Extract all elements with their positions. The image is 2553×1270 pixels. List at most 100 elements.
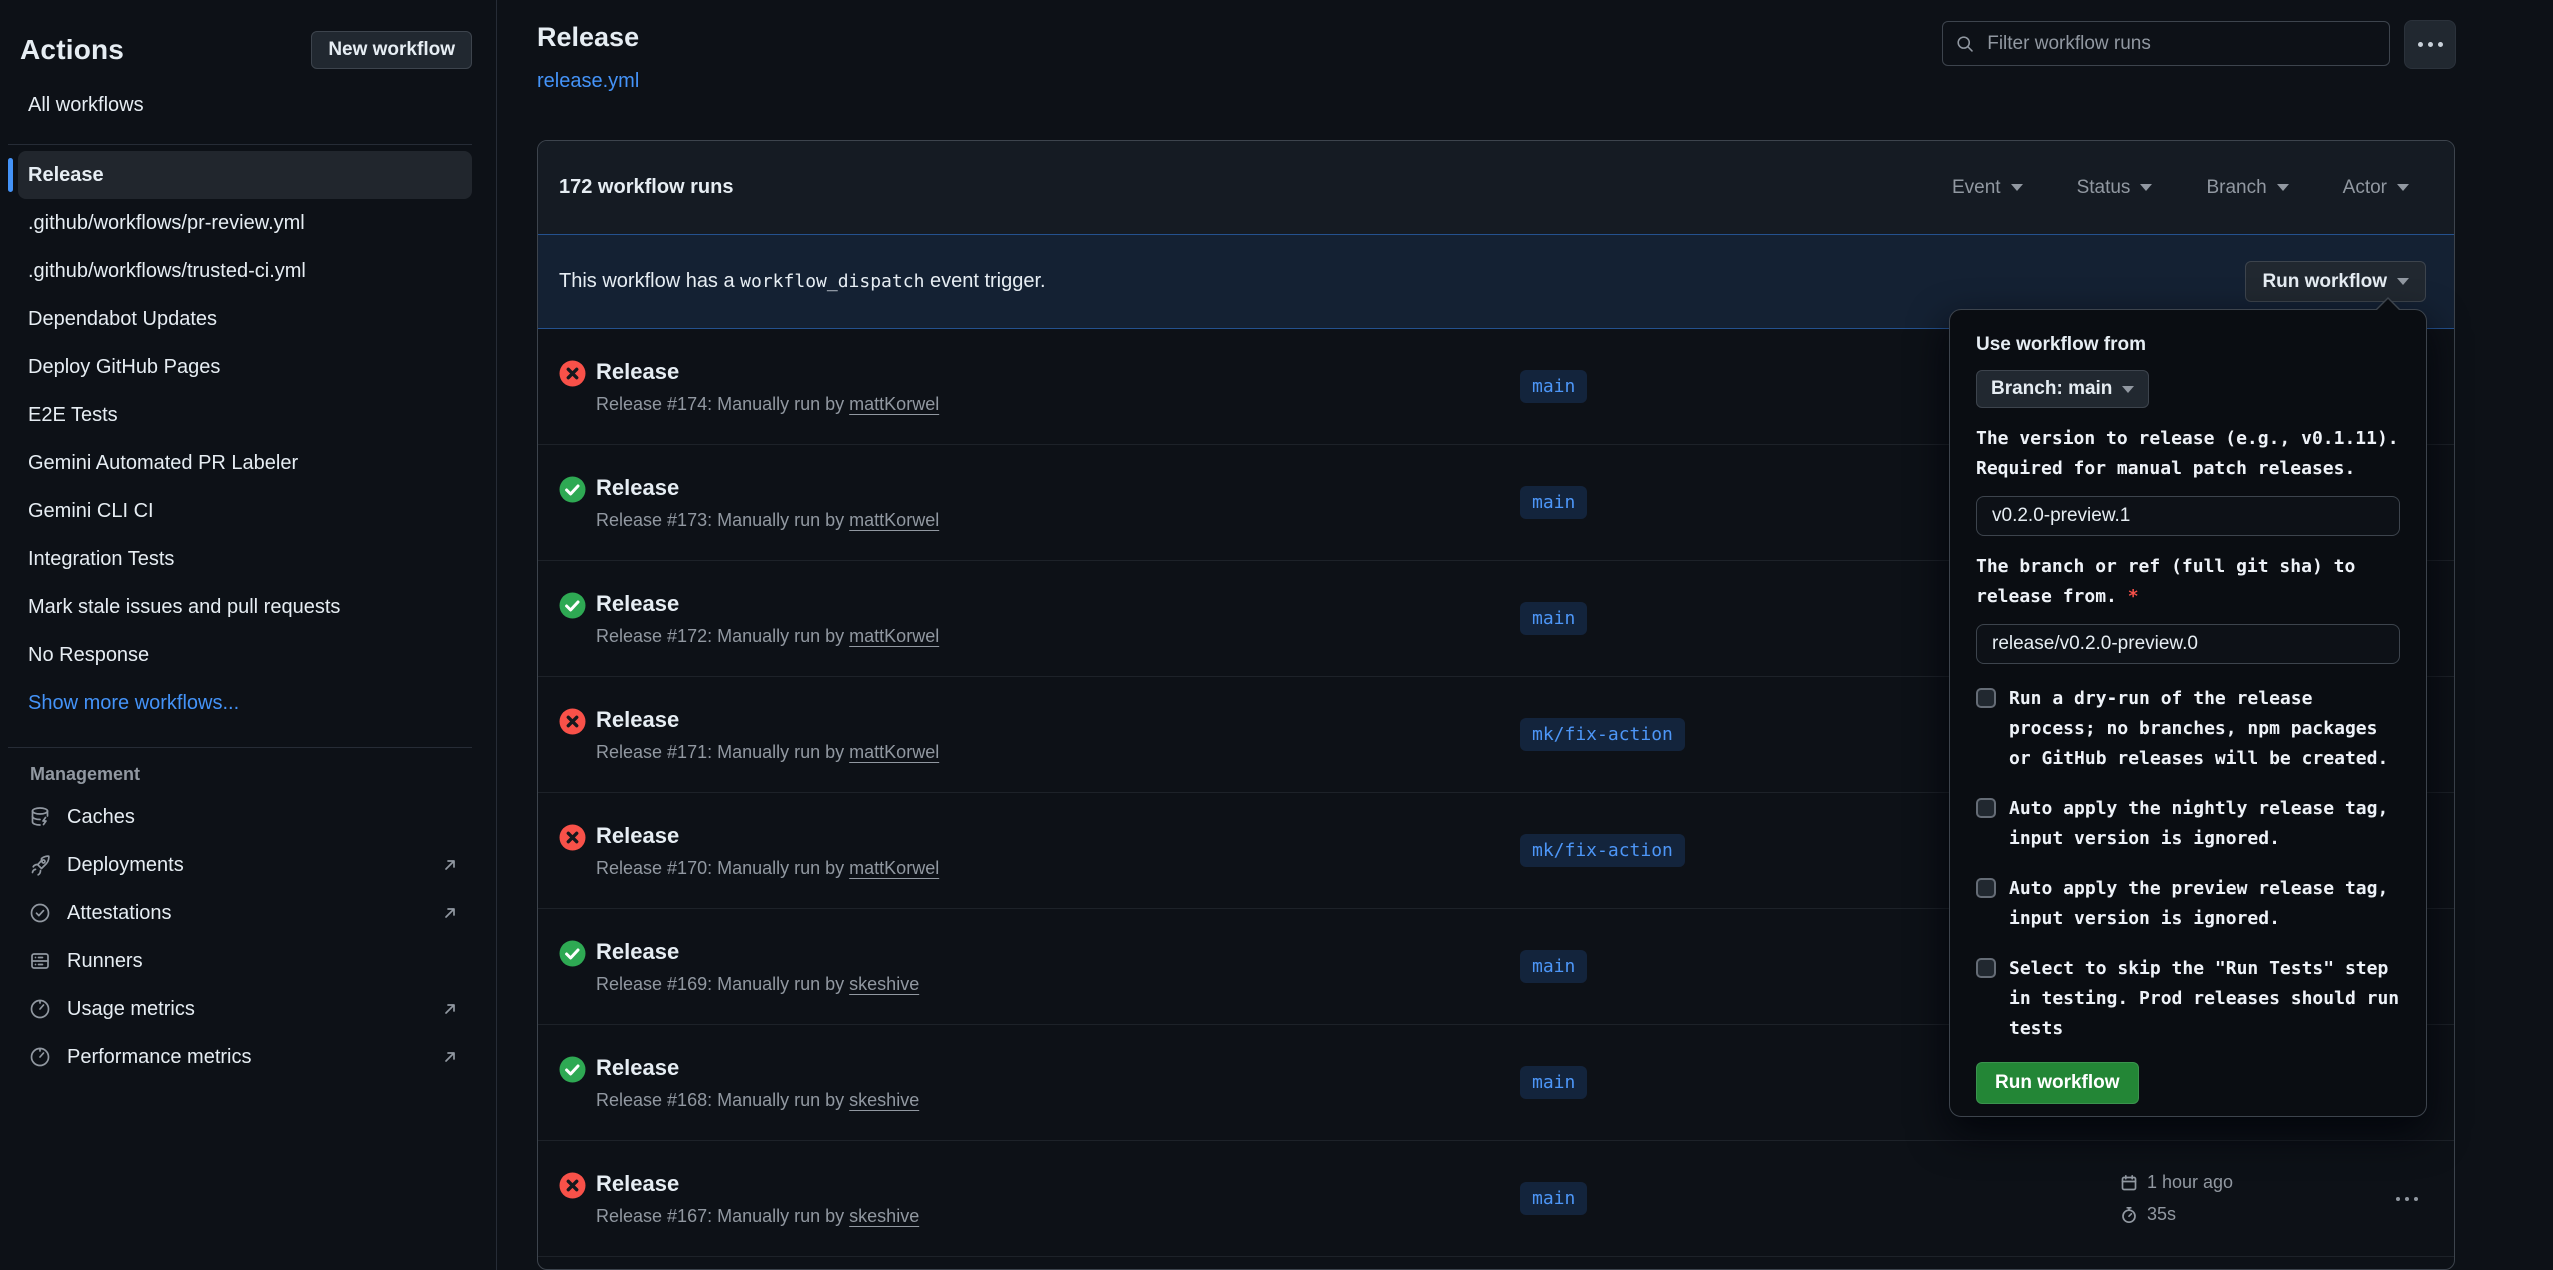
- run-title-link[interactable]: Release: [596, 591, 939, 617]
- branch-badge[interactable]: main: [1520, 950, 1587, 983]
- mgmt-item-label: Deployments: [67, 854, 184, 877]
- run-title-link[interactable]: Release: [596, 475, 939, 501]
- sidebar-workflow-item[interactable]: Gemini CLI CI: [18, 487, 472, 535]
- sidebar-item-usage-metrics[interactable]: Usage metrics: [20, 985, 472, 1033]
- sidebar-workflow-item[interactable]: .github/workflows/trusted-ci.yml: [18, 247, 472, 295]
- run-title-link[interactable]: Release: [596, 939, 919, 965]
- sidebar-workflow-item[interactable]: Dependabot Updates: [18, 295, 472, 343]
- external-link-icon: [440, 855, 460, 875]
- branch-badge[interactable]: main: [1520, 602, 1587, 635]
- sidebar-item-attestations[interactable]: Attestations: [20, 889, 472, 937]
- run-title-link[interactable]: Release: [596, 359, 939, 385]
- sidebar-workflow-item[interactable]: Integration Tests: [18, 535, 472, 583]
- workflow-run-row[interactable]: Release Release #167: Manually run by sk…: [538, 1141, 2454, 1257]
- popover-checkbox-list: Run a dry-run of the release process; no…: [1976, 684, 2400, 1044]
- workflow-input-checkbox-row[interactable]: Run a dry-run of the release process; no…: [1976, 684, 2400, 774]
- mgmt-item-label: Caches: [67, 806, 135, 829]
- run-title-link[interactable]: Release: [596, 1055, 919, 1081]
- version-input[interactable]: [1976, 496, 2400, 536]
- runs-list-header: 172 workflow runs Event Status Branch Ac…: [538, 141, 2454, 234]
- chevron-down-icon: [2397, 184, 2409, 191]
- chevron-down-icon: [2011, 184, 2023, 191]
- actions-sidebar: Actions New workflow All workflows Relea…: [0, 0, 497, 1270]
- checkbox-label: Auto apply the nightly release tag, inpu…: [2009, 794, 2388, 854]
- workflow-input-checkbox-row[interactable]: Auto apply the preview release tag, inpu…: [1976, 874, 2400, 934]
- success-status-icon: [559, 1056, 586, 1083]
- branch-select-label: Branch: main: [1991, 378, 2112, 400]
- branch-badge[interactable]: main: [1520, 486, 1587, 519]
- verified-badge-icon: [28, 901, 52, 925]
- success-status-icon: [559, 592, 586, 619]
- branch-badge[interactable]: main: [1520, 1066, 1587, 1099]
- filter-dropdown[interactable]: Event: [1952, 177, 2023, 199]
- ref-input[interactable]: [1976, 624, 2400, 664]
- sidebar-workflow-item[interactable]: .github/workflows/pr-review.yml: [18, 199, 472, 247]
- search-icon: [1955, 33, 1975, 55]
- run-actor-link[interactable]: mattKorwel: [849, 858, 939, 878]
- branch-badge[interactable]: main: [1520, 370, 1587, 403]
- server-icon: [28, 949, 52, 973]
- banner-text: This workflow has a workflow_dispatch ev…: [559, 270, 1046, 293]
- branch-badge[interactable]: mk/fix-action: [1520, 718, 1685, 751]
- run-workflow-popover: Use workflow from Branch: main The versi…: [1949, 309, 2427, 1117]
- sidebar-item-runners[interactable]: Runners: [20, 937, 472, 985]
- filter-dropdown[interactable]: Status: [2077, 177, 2153, 199]
- sidebar-workflow-item[interactable]: No Response: [18, 631, 472, 679]
- success-status-icon: [559, 476, 586, 503]
- run-actor-link[interactable]: mattKorwel: [849, 394, 939, 414]
- workflow-item-label: .github/workflows/trusted-ci.yml: [28, 260, 306, 283]
- new-workflow-button[interactable]: New workflow: [311, 31, 472, 69]
- sidebar-item-performance-metrics[interactable]: Performance metrics: [20, 1033, 472, 1081]
- run-actor-link[interactable]: mattKorwel: [849, 626, 939, 646]
- run-workflow-submit-button[interactable]: Run workflow: [1976, 1062, 2139, 1104]
- run-actor-link[interactable]: mattKorwel: [849, 742, 939, 762]
- sidebar-item-all-workflows[interactable]: All workflows: [20, 86, 472, 124]
- page-title: Release: [537, 22, 639, 53]
- run-actor-link[interactable]: skeshive: [849, 1090, 919, 1110]
- run-description: Release #169: Manually run by skeshive: [596, 974, 919, 995]
- branch-badge[interactable]: main: [1520, 1182, 1587, 1215]
- sidebar-workflow-item[interactable]: Deploy GitHub Pages: [18, 343, 472, 391]
- workflow-item-label: Mark stale issues and pull requests: [28, 596, 340, 619]
- run-branch-cell: main: [1520, 1182, 2120, 1215]
- run-workflow-dropdown-button[interactable]: Run workflow: [2245, 261, 2426, 302]
- run-options-kebab-button[interactable]: [2396, 1197, 2418, 1201]
- run-description: Release #168: Manually run by skeshive: [596, 1090, 919, 1111]
- sidebar-workflow-item[interactable]: Show more workflows...: [18, 679, 472, 727]
- gauge-icon: [28, 1045, 52, 1069]
- sidebar-workflow-item[interactable]: Release: [18, 151, 472, 199]
- branch-badge[interactable]: mk/fix-action: [1520, 834, 1685, 867]
- chevron-down-icon: [2397, 278, 2409, 285]
- workflow-input-checkbox-row[interactable]: Auto apply the nightly release tag, inpu…: [1976, 794, 2400, 854]
- filter-runs-search[interactable]: [1942, 21, 2390, 66]
- run-title-link[interactable]: Release: [596, 1171, 919, 1197]
- workflow-options-kebab-button[interactable]: [2404, 20, 2456, 69]
- checkbox-unchecked-icon[interactable]: [1976, 798, 1996, 818]
- workflow-input-checkbox-row[interactable]: Select to skip the "Run Tests" step in t…: [1976, 954, 2400, 1044]
- search-input[interactable]: [1985, 32, 2377, 56]
- run-description: Release #167: Manually run by skeshive: [596, 1206, 919, 1227]
- checkbox-label: Select to skip the "Run Tests" step in t…: [2009, 954, 2399, 1044]
- run-actor-link[interactable]: mattKorwel: [849, 510, 939, 530]
- branch-select-button[interactable]: Branch: main: [1976, 370, 2149, 408]
- sidebar-item-deployments[interactable]: Deployments: [20, 841, 472, 889]
- checkbox-unchecked-icon[interactable]: [1976, 958, 1996, 978]
- run-title-link[interactable]: Release: [596, 823, 939, 849]
- chevron-down-icon: [2277, 184, 2289, 191]
- filter-dropdown[interactable]: Branch: [2206, 177, 2288, 199]
- run-title-link[interactable]: Release: [596, 707, 939, 733]
- checkbox-unchecked-icon[interactable]: [1976, 878, 1996, 898]
- sidebar-workflow-item[interactable]: E2E Tests: [18, 391, 472, 439]
- workflow-file-link[interactable]: release.yml: [537, 70, 639, 93]
- sidebar-workflow-item[interactable]: Mark stale issues and pull requests: [18, 583, 472, 631]
- workflow-item-label: .github/workflows/pr-review.yml: [28, 212, 305, 235]
- mgmt-item-label: Runners: [67, 950, 143, 973]
- filter-dropdown[interactable]: Actor: [2343, 177, 2409, 199]
- run-workflow-label: Run workflow: [2262, 271, 2387, 293]
- run-actor-link[interactable]: skeshive: [849, 1206, 919, 1226]
- workflow-item-label: Deploy GitHub Pages: [28, 356, 220, 379]
- sidebar-item-caches[interactable]: Caches: [20, 793, 472, 841]
- sidebar-workflow-item[interactable]: Gemini Automated PR Labeler: [18, 439, 472, 487]
- run-actor-link[interactable]: skeshive: [849, 974, 919, 994]
- checkbox-unchecked-icon[interactable]: [1976, 688, 1996, 708]
